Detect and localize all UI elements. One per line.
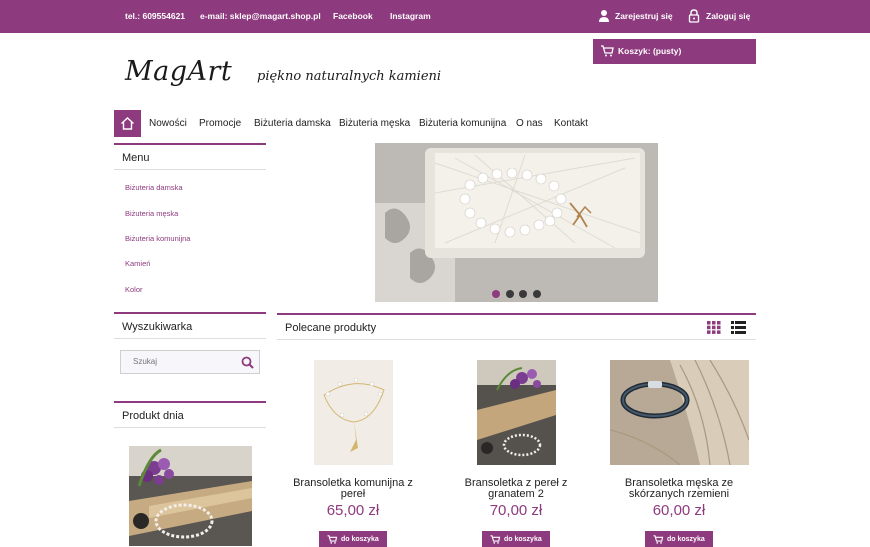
- top-bar: tel.: 609554621 e-mail: sklep@magart.sho…: [0, 0, 870, 33]
- instagram-link[interactable]: Instagram: [390, 11, 431, 21]
- product-name-3[interactable]: Bransoletka męska ze skórzanych rzemieni: [609, 478, 749, 500]
- add-to-cart-label-1: do koszyka: [341, 536, 379, 543]
- product-image-1[interactable]: [314, 360, 393, 465]
- product-price-3: 60,00 zł: [652, 502, 706, 519]
- product-image-2[interactable]: [477, 360, 556, 465]
- menu-link-bizuteria-damska[interactable]: Biżuteria damska: [125, 183, 183, 192]
- product-name-1[interactable]: Bransoletka komunijna z pereł: [283, 478, 423, 500]
- product-price-2: 70,00 zł: [489, 502, 543, 519]
- phone-number: tel.: 609554621: [125, 11, 186, 21]
- daily-product-title: Produkt dnia: [122, 410, 184, 422]
- nav-item-promocje[interactable]: Promocje: [199, 118, 241, 129]
- search-title: Wyszukiwarka: [122, 321, 193, 333]
- search-box-header: Wyszukiwarka: [114, 312, 266, 339]
- slider-dot-1[interactable]: [492, 290, 500, 298]
- add-to-cart-button-1[interactable]: do koszyka: [319, 531, 387, 547]
- featured-products-title: Polecane produkty: [285, 322, 377, 334]
- menu-link-kamien[interactable]: Kamień: [125, 259, 150, 268]
- register-link[interactable]: Zarejestruj się: [615, 11, 673, 21]
- nav-item-kontakt[interactable]: Kontakt: [554, 118, 588, 129]
- nav-item-nowosci[interactable]: Nowości: [149, 118, 187, 129]
- menu-link-bizuteria-meska[interactable]: Biżuteria męska: [125, 209, 178, 218]
- add-to-cart-label-2: do koszyka: [504, 536, 542, 543]
- product-price-1: 65,00 zł: [326, 502, 380, 519]
- cart-icon: [653, 535, 664, 544]
- site-tagline: piękno naturalnych kamieni: [257, 69, 442, 84]
- login-link[interactable]: Zaloguj się: [706, 11, 750, 21]
- lock-icon: [688, 9, 700, 23]
- hero-slider[interactable]: [375, 143, 658, 302]
- slider-dot-4[interactable]: [533, 290, 541, 298]
- facebook-link[interactable]: Facebook: [333, 11, 373, 21]
- product-image-3[interactable]: [610, 360, 749, 465]
- cart-icon: [327, 535, 338, 544]
- nav-item-bizuteria-damska[interactable]: Biżuteria damska: [254, 118, 331, 129]
- cart-label: Koszyk: (pusty): [618, 46, 682, 56]
- product-name-2[interactable]: Bransoletka z pereł z granatem 2: [446, 478, 586, 500]
- product-name-2-line2: granatem 2: [488, 488, 544, 500]
- featured-products-header: Polecane produkty: [277, 313, 756, 340]
- menu-link-bizuteria-komunijna[interactable]: Biżuteria komunijna: [125, 234, 190, 243]
- nav-item-o-nas[interactable]: O nas: [516, 118, 543, 129]
- menu-link-kolor[interactable]: Kolor: [125, 285, 143, 294]
- add-to-cart-button-2[interactable]: do koszyka: [482, 531, 550, 547]
- email-address[interactable]: e-mail: sklep@magart.shop.pl: [200, 11, 321, 21]
- home-button[interactable]: [114, 110, 141, 137]
- user-add-icon: [599, 10, 609, 22]
- search-box: [120, 350, 260, 374]
- search-icon[interactable]: [241, 356, 254, 369]
- add-to-cart-button-3[interactable]: do koszyka: [645, 531, 713, 547]
- product-name-1-line2: pereł: [340, 488, 366, 500]
- daily-product-image[interactable]: [129, 446, 252, 546]
- slider-dot-3[interactable]: [519, 290, 527, 298]
- menu-box-header: Menu: [114, 143, 266, 170]
- slider-dot-2[interactable]: [506, 290, 514, 298]
- nav-item-bizuteria-meska[interactable]: Biżuteria męska: [339, 118, 410, 129]
- daily-product-header: Produkt dnia: [114, 401, 266, 428]
- search-input[interactable]: [133, 357, 233, 366]
- site-logo[interactable]: MagArt: [125, 56, 232, 87]
- product-name-3-line2: skórzanych rzemieni: [628, 488, 730, 500]
- menu-title: Menu: [122, 152, 150, 164]
- slider-image: [375, 143, 658, 302]
- nav-item-bizuteria-komunijna[interactable]: Biżuteria komunijna: [419, 118, 506, 129]
- home-icon: [121, 117, 134, 130]
- list-view-icon[interactable]: [731, 321, 746, 334]
- cart-icon: [601, 45, 614, 57]
- grid-view-icon[interactable]: [707, 321, 721, 334]
- cart-icon: [490, 535, 501, 544]
- add-to-cart-label-3: do koszyka: [667, 536, 705, 543]
- cart-button[interactable]: Koszyk: (pusty): [593, 39, 756, 64]
